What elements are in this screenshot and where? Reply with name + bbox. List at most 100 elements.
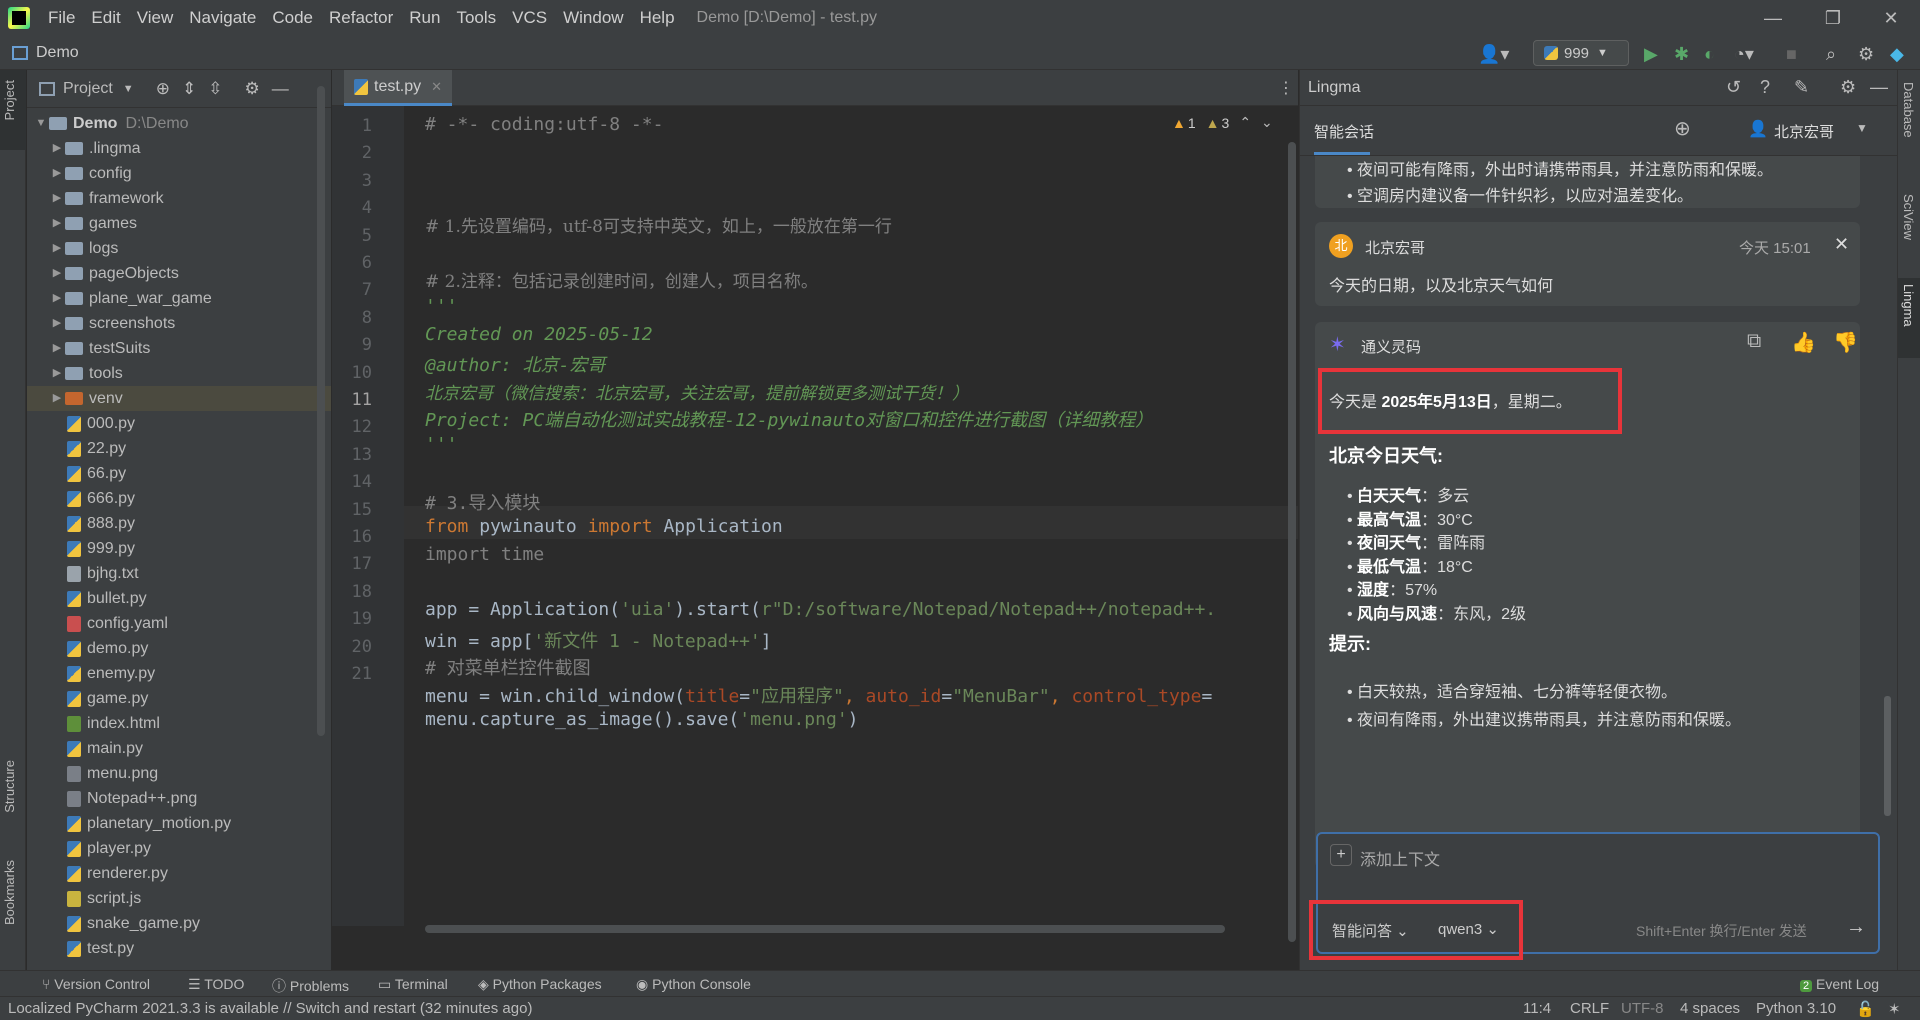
tree-folder-plane-war-game[interactable]: ▶ plane_war_game [27,286,331,311]
toolbox-icon[interactable]: ◆ [1890,44,1904,65]
tree-file[interactable]: bjhg.txt [27,561,331,586]
close-tab-icon[interactable]: ✕ [431,79,442,95]
run-icon[interactable]: ▶ [1644,44,1658,65]
lingma-status-icon[interactable]: ✶ [1888,1000,1901,1018]
tree-file[interactable]: 66.py [27,461,331,486]
tree-file[interactable]: 999.py [27,536,331,561]
code-line-6[interactable]: ''' [425,296,458,317]
expand-all-icon[interactable]: ⇕ [182,79,196,99]
maximize-icon[interactable]: ❐ [1810,0,1856,36]
menu-vcs[interactable]: VCS [504,0,555,36]
menu-view[interactable]: View [129,0,182,36]
tree-folder-framework[interactable]: ▶ framework [27,186,331,211]
copy-icon[interactable]: ⧉ [1747,330,1761,353]
chevron-down-icon[interactable]: ⌄ [1261,114,1273,131]
version-control-tab[interactable]: ⑂ Version Control [42,976,150,992]
tree-file[interactable]: 22.py [27,436,331,461]
tree-root[interactable]: ▼ Demo D:\Demo [27,111,331,136]
add-context-icon[interactable]: + [1330,844,1352,866]
tree-folder-testsuits[interactable]: ▶ testSuits [27,336,331,361]
tree-file[interactable]: script.js [27,886,331,911]
tree-file[interactable]: main.py [27,736,331,761]
new-chat-icon[interactable]: ⊕ [1674,116,1691,141]
chevron-down-icon[interactable]: ▼ [1856,121,1868,135]
menu-tools[interactable]: Tools [448,0,504,36]
tree-file[interactable]: demo.py [27,636,331,661]
code-line-11[interactable]: ''' [425,434,458,455]
tree-folder-games[interactable]: ▶ games [27,211,331,236]
profile-icon[interactable]: ◔▾ [1734,44,1754,65]
search-icon[interactable]: ⌕ [1826,44,1836,65]
python-interpreter[interactable]: Python 3.10 [1756,1000,1836,1017]
code-line-15[interactable]: import time [425,544,544,565]
tree-file[interactable]: renderer.py [27,861,331,886]
tree-file[interactable]: planetary_motion.py [27,811,331,836]
more-icon[interactable]: ⋮ [1278,78,1294,98]
editor-vertical-scrollbar[interactable] [1288,142,1296,942]
menu-code[interactable]: Code [264,0,321,36]
chevron-down-icon[interactable]: ▼ [123,83,134,95]
terminal-tab[interactable]: ▭ Terminal [378,976,448,993]
editor-horizontal-scrollbar[interactable] [425,925,1225,933]
tree-folder-lingma[interactable]: ▶ .lingma [27,136,331,161]
tree-file[interactable]: index.html [27,711,331,736]
status-message[interactable]: Localized PyCharm 2021.3.3 is available … [8,1000,532,1017]
gear-icon[interactable]: ⚙ [244,79,259,99]
tree-file[interactable]: 666.py [27,486,331,511]
user-icon[interactable]: 👤▾ [1478,44,1509,65]
lingma-tool-tab[interactable]: Lingma [1901,284,1916,327]
tree-folder-config[interactable]: ▶ config [27,161,331,186]
chat-scrollbar[interactable] [1884,696,1891,816]
project-panel-title[interactable]: Project [63,80,113,98]
python-console-tab[interactable]: ◉ Python Console [636,976,751,993]
inspection-widget[interactable]: ▲ 1 ▲ 3 ⌃ ⌄ [1172,114,1273,131]
code-line-9[interactable]: 北京宏哥（微信搜索：北京宏哥，关注宏哥，提前解锁更多测试干货！） [425,379,969,404]
thumbs-up-icon[interactable]: 👍 [1791,330,1816,355]
code-line-8[interactable]: @author: 北京-宏哥 [425,351,605,377]
hide-icon[interactable]: — [272,79,289,99]
project-scrollbar[interactable] [317,86,325,736]
tree-folder-logs[interactable]: ▶ logs [27,236,331,261]
run-config-select[interactable]: 999 ▼ [1533,40,1629,66]
code-line-10[interactable]: Project: PC端自动化测试实战教程-12-pywinauto对窗口和控件… [425,406,1153,432]
line-separator[interactable]: CRLF [1570,1000,1609,1017]
settings-icon[interactable]: ⚙ [1858,44,1874,65]
thumbs-down-icon[interactable]: 👎 [1833,330,1858,355]
code-line-20[interactable]: menu = win.child_window(title="应用程序", au… [425,682,1212,708]
tree-file[interactable]: config.yaml [27,611,331,636]
problems-tab[interactable]: ⓘ Problems [272,976,349,996]
code-line-3[interactable]: # 1.先设置编码，utf-8可支持中英文，如上，一般放在第一行 [425,212,892,237]
gear-icon[interactable]: ⚙ [1840,77,1856,98]
menu-run[interactable]: Run [401,0,448,36]
code-line-1[interactable]: # -*- coding:utf-8 -*- [425,114,663,135]
edit-icon[interactable]: ✎ [1794,77,1809,98]
menu-file[interactable]: File [40,0,83,36]
code-line-19[interactable]: # 对菜单栏控件截图 [425,654,591,680]
tree-file[interactable]: game.py [27,686,331,711]
todo-tab[interactable]: ☰ TODO [188,976,244,993]
tree-folder-screenshots[interactable]: ▶ screenshots [27,311,331,336]
chevron-up-icon[interactable]: ⌃ [1239,114,1251,131]
stop-icon[interactable]: ■ [1786,44,1797,65]
python-packages-tab[interactable]: ◈ Python Packages [478,976,602,993]
tree-file[interactable]: menu.png [27,761,331,786]
caret-position[interactable]: 11:4 [1523,1000,1551,1017]
breadcrumb-project[interactable]: Demo [36,44,79,62]
code-line-13[interactable]: # 3.导入模块 [425,489,540,515]
database-tool-tab[interactable]: Database [1901,82,1916,138]
tab-smart-chat[interactable]: 智能会话 [1314,121,1374,142]
history-icon[interactable]: ↺ [1726,77,1741,98]
code-line-18[interactable]: win = app['新文件 1 - Notepad++'] [425,627,772,653]
editor-tab-test-py[interactable]: test.py ✕ [344,70,453,106]
close-icon[interactable]: ✕ [1868,0,1914,36]
add-context-label[interactable]: 添加上下文 [1360,846,1440,870]
file-encoding[interactable]: UTF-8 [1621,1000,1664,1017]
send-icon[interactable]: → [1846,916,1866,939]
tree-file[interactable]: 000.py [27,411,331,436]
lock-icon[interactable]: 🔓 [1856,1000,1875,1018]
tree-file[interactable]: enemy.py [27,661,331,686]
locate-icon[interactable]: ⊕ [156,79,170,99]
menu-window[interactable]: Window [555,0,631,36]
code-line-21[interactable]: menu.capture_as_image().save('menu.png') [425,709,859,730]
tree-folder-pageobjects[interactable]: ▶ pageObjects [27,261,331,286]
